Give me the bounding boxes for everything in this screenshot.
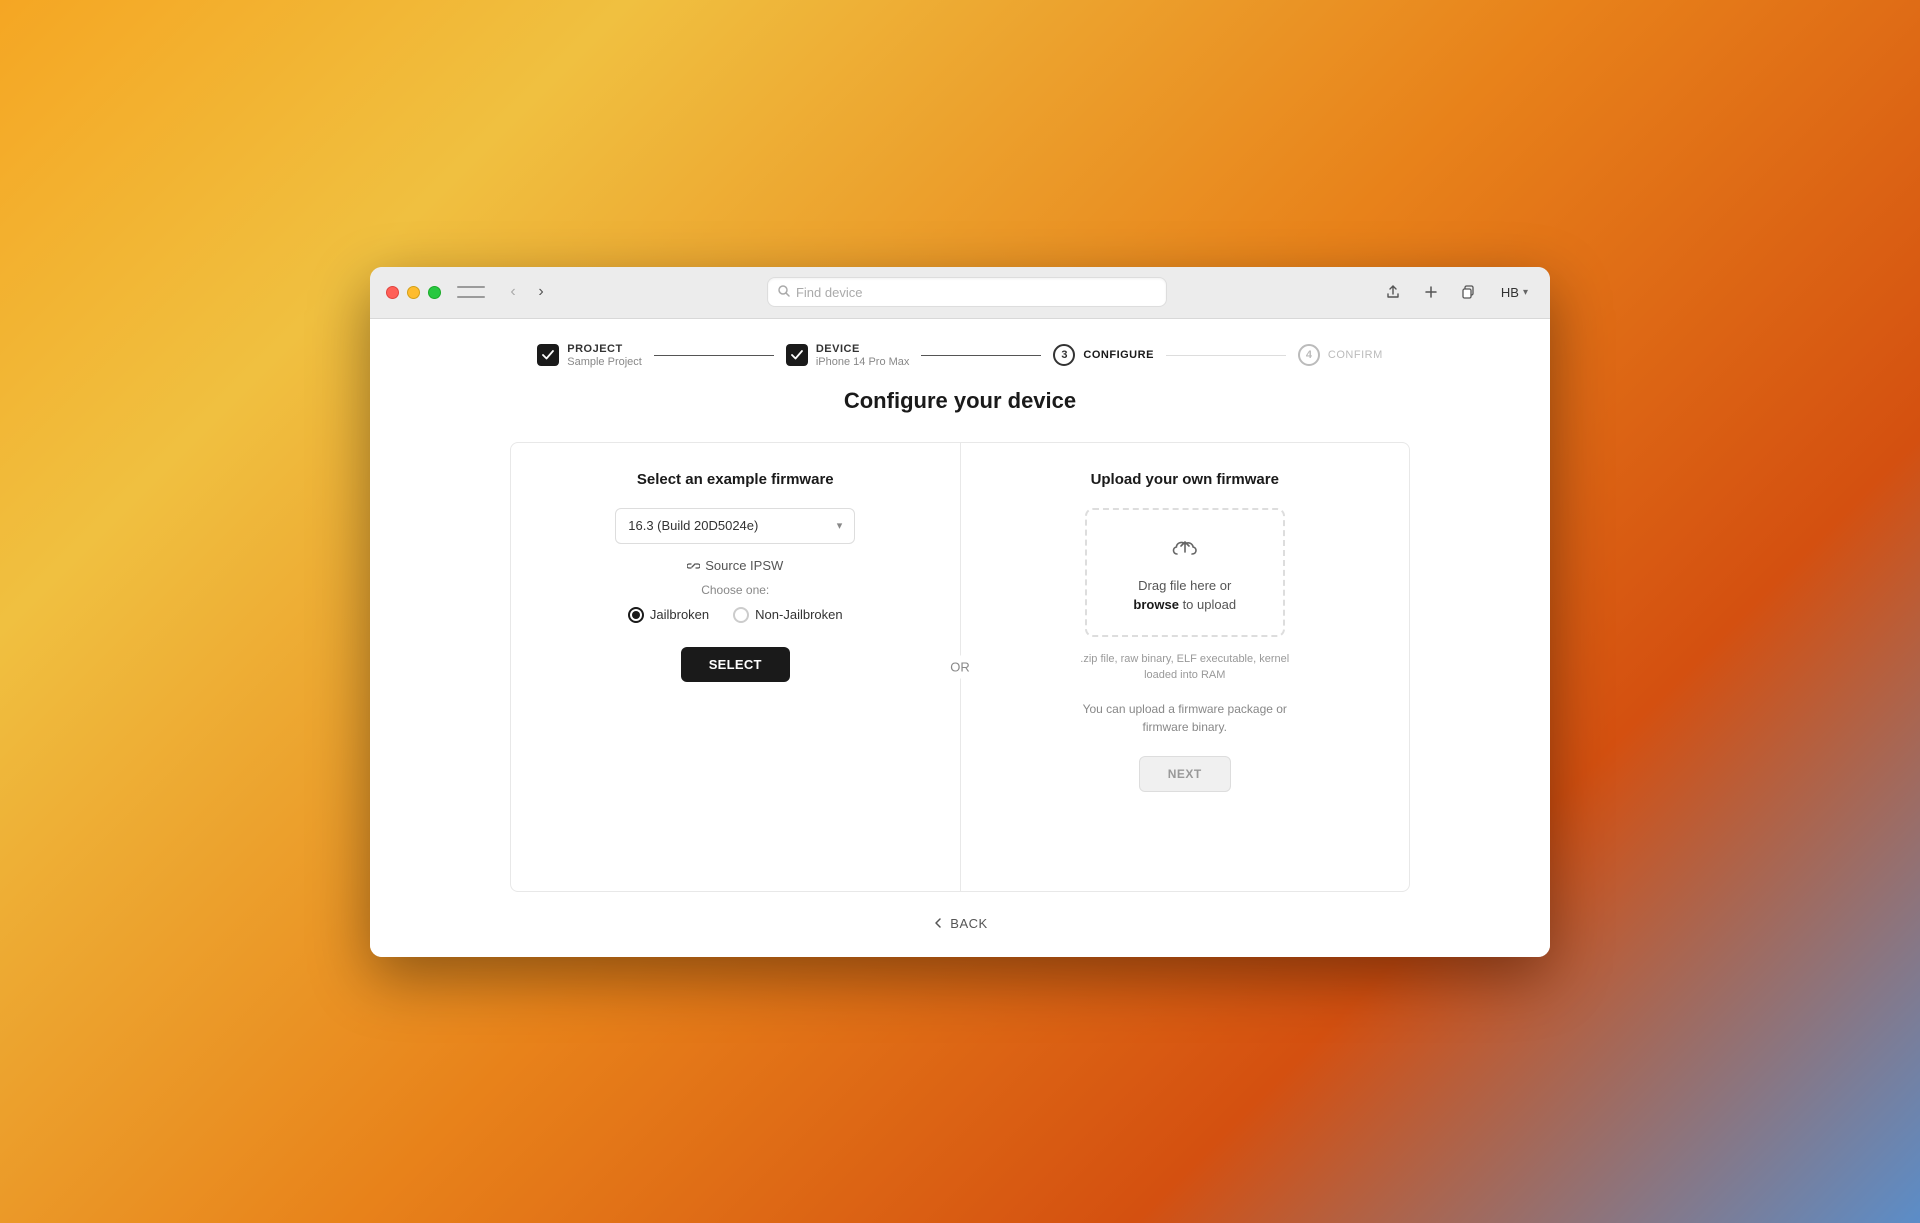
radio-non-jailbroken[interactable]: Non-Jailbroken: [733, 607, 842, 623]
step-subtitle-project: Sample Project: [567, 356, 642, 368]
back-button[interactable]: BACK: [922, 910, 997, 937]
close-button[interactable]: [386, 286, 399, 299]
dropdown-chevron-icon: ▾: [837, 519, 843, 532]
step-title-confirm: CONFIRM: [1328, 349, 1383, 361]
step-confirm: 4 CONFIRM: [1298, 344, 1383, 366]
step-check-project: [537, 344, 559, 366]
radio-group: Jailbroken Non-Jailbroken: [628, 607, 843, 623]
sidebar-toggle-button[interactable]: [457, 282, 485, 302]
upload-info: You can upload a firmware package or fir…: [1075, 700, 1295, 736]
radio-outer-jailbroken: [628, 607, 644, 623]
upload-icon: [1167, 530, 1203, 566]
source-ipsw-link[interactable]: Source IPSW: [687, 558, 783, 573]
radio-label-non-jailbroken: Non-Jailbroken: [755, 607, 842, 622]
nav-back-button[interactable]: ‹: [501, 280, 525, 304]
right-panel-title: Upload your own firmware: [1091, 471, 1279, 488]
main-content: Configure your device Select an example …: [370, 388, 1550, 957]
upload-text: Drag file here or browse to upload: [1133, 576, 1236, 615]
radio-outer-non-jailbroken: [733, 607, 749, 623]
icon-line: [457, 296, 485, 298]
connector-1-2: [654, 355, 774, 356]
user-initials: HB: [1501, 285, 1519, 300]
main-window: ‹ › Find device: [370, 267, 1550, 957]
step-configure: 3 CONFIGURE: [1053, 344, 1154, 366]
search-icon: [778, 285, 790, 300]
step-num-confirm: 4: [1298, 344, 1320, 366]
user-chevron-icon: ▾: [1523, 287, 1528, 298]
titlebar-actions: HB ▾: [1381, 280, 1534, 304]
search-placeholder: Find device: [796, 285, 862, 300]
duplicate-button[interactable]: [1457, 280, 1481, 304]
step-check-device: [786, 344, 808, 366]
user-menu[interactable]: HB ▾: [1495, 283, 1534, 302]
source-ipsw-label: Source IPSW: [705, 558, 783, 573]
upload-hint: .zip file, raw binary, ELF executable, k…: [1075, 651, 1295, 684]
search-bar[interactable]: Find device: [767, 277, 1167, 307]
link-icon: [687, 559, 700, 572]
step-title-configure: CONFIGURE: [1083, 349, 1154, 361]
share-button[interactable]: [1381, 280, 1405, 304]
traffic-lights: [386, 286, 441, 299]
radio-inner-jailbroken: [632, 611, 640, 619]
nav-arrows: ‹ ›: [501, 280, 553, 304]
titlebar: ‹ › Find device: [370, 267, 1550, 319]
step-title-device: DEVICE: [816, 343, 910, 355]
add-button[interactable]: [1419, 280, 1443, 304]
icon-line: [457, 286, 485, 288]
step-indicator-device: DEVICE iPhone 14 Pro Max: [786, 343, 910, 368]
panels-wrapper: Select an example firmware 16.3 (Build 2…: [510, 442, 1410, 892]
step-label-configure: CONFIGURE: [1083, 349, 1154, 361]
left-panel-title: Select an example firmware: [637, 471, 834, 488]
step-title-project: PROJECT: [567, 343, 642, 355]
back-area: BACK: [922, 892, 997, 937]
step-subtitle-device: iPhone 14 Pro Max: [816, 356, 910, 368]
back-arrow-icon: [932, 917, 944, 929]
upload-drag-text-1: Drag file here or: [1138, 578, 1231, 593]
maximize-button[interactable]: [428, 286, 441, 299]
left-panel: Select an example firmware 16.3 (Build 2…: [511, 443, 961, 891]
page-title: Configure your device: [844, 388, 1076, 414]
choose-label: Choose one:: [701, 583, 769, 597]
select-button[interactable]: SELECT: [681, 647, 790, 682]
upload-drag-text-3: to upload: [1183, 597, 1237, 612]
step-label-confirm: CONFIRM: [1328, 349, 1383, 361]
connector-2-3: [921, 355, 1041, 356]
search-bar-container: Find device: [553, 277, 1381, 307]
step-project: PROJECT Sample Project: [537, 343, 642, 368]
right-panel: Upload your own firmware Drag file here …: [961, 443, 1410, 891]
nav-forward-button[interactable]: ›: [529, 280, 553, 304]
radio-label-jailbroken: Jailbroken: [650, 607, 709, 622]
upload-dropzone[interactable]: Drag file here or browse to upload: [1085, 508, 1285, 637]
radio-jailbroken[interactable]: Jailbroken: [628, 607, 709, 623]
back-button-label: BACK: [950, 916, 987, 931]
step-indicator-confirm: 4 CONFIRM: [1298, 344, 1383, 366]
step-num-configure: 3: [1053, 344, 1075, 366]
connector-3-4: [1166, 355, 1286, 356]
step-device: DEVICE iPhone 14 Pro Max: [786, 343, 910, 368]
titlebar-controls: ‹ ›: [457, 280, 553, 304]
firmware-dropdown[interactable]: 16.3 (Build 20D5024e) ▾: [615, 508, 855, 544]
stepper: PROJECT Sample Project DEVICE i: [370, 319, 1550, 388]
step-label-project: PROJECT Sample Project: [567, 343, 642, 368]
upload-browse-text: browse: [1133, 597, 1179, 612]
step-label-device: DEVICE iPhone 14 Pro Max: [816, 343, 910, 368]
step-indicator-project: PROJECT Sample Project: [537, 343, 642, 368]
next-button[interactable]: NEXT: [1139, 756, 1231, 792]
content-area: PROJECT Sample Project DEVICE i: [370, 319, 1550, 957]
minimize-button[interactable]: [407, 286, 420, 299]
firmware-dropdown-value: 16.3 (Build 20D5024e): [628, 518, 758, 533]
or-label: OR: [944, 655, 976, 678]
step-indicator-configure: 3 CONFIGURE: [1053, 344, 1154, 366]
